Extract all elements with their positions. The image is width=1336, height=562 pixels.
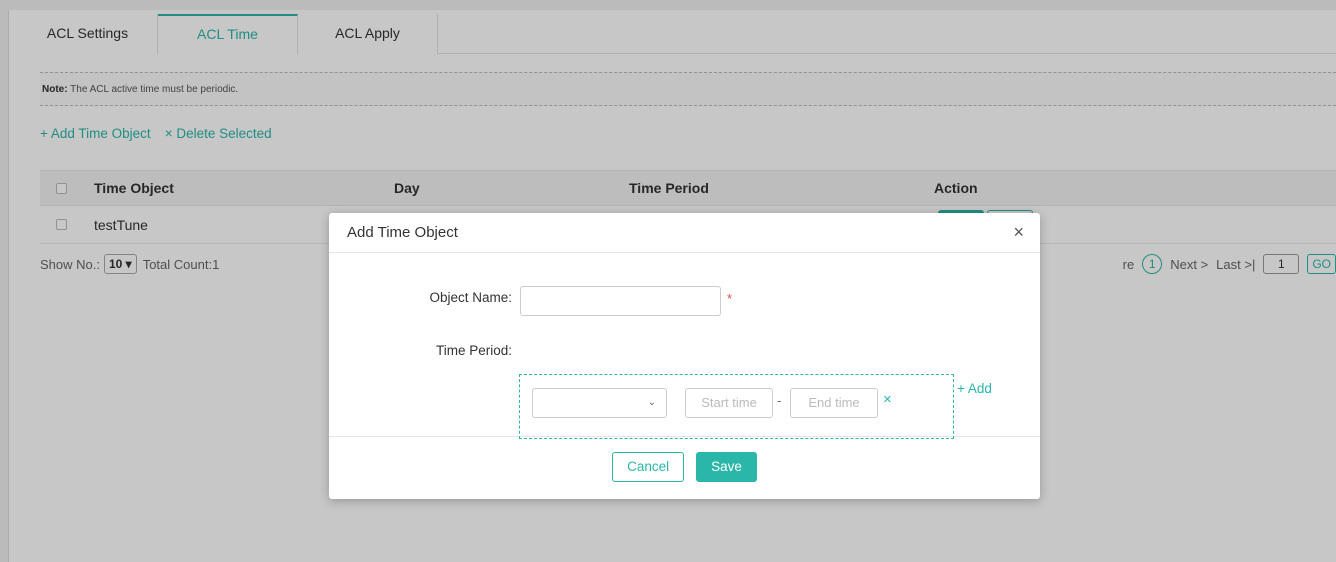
dialog-body: Object Name: * Time Period: ⌄ Start time… (329, 253, 1040, 439)
save-button[interactable]: Save (696, 452, 757, 482)
time-period-group: ⌄ Start time - End time × (519, 374, 954, 439)
object-name-input[interactable] (520, 286, 721, 316)
cancel-button[interactable]: Cancel (612, 452, 685, 482)
required-marker: * (727, 291, 733, 306)
dialog-header: Add Time Object × (329, 213, 1040, 253)
chevron-down-icon: ⌄ (647, 397, 656, 408)
start-time-input[interactable]: Start time (685, 388, 773, 418)
remove-period-icon[interactable]: × (883, 391, 892, 408)
add-time-object-dialog: Add Time Object × Object Name: * Time Pe… (329, 213, 1040, 499)
add-period-button[interactable]: + Add (957, 381, 992, 396)
day-select[interactable]: ⌄ (532, 388, 667, 418)
close-icon[interactable]: × (1013, 223, 1024, 241)
dialog-footer: Cancel Save (329, 437, 1040, 497)
dialog-title: Add Time Object (347, 224, 458, 241)
object-name-label: Object Name: (429, 290, 512, 305)
time-separator: - (777, 393, 782, 408)
time-period-label: Time Period: (435, 343, 512, 358)
end-time-input[interactable]: End time (790, 388, 878, 418)
